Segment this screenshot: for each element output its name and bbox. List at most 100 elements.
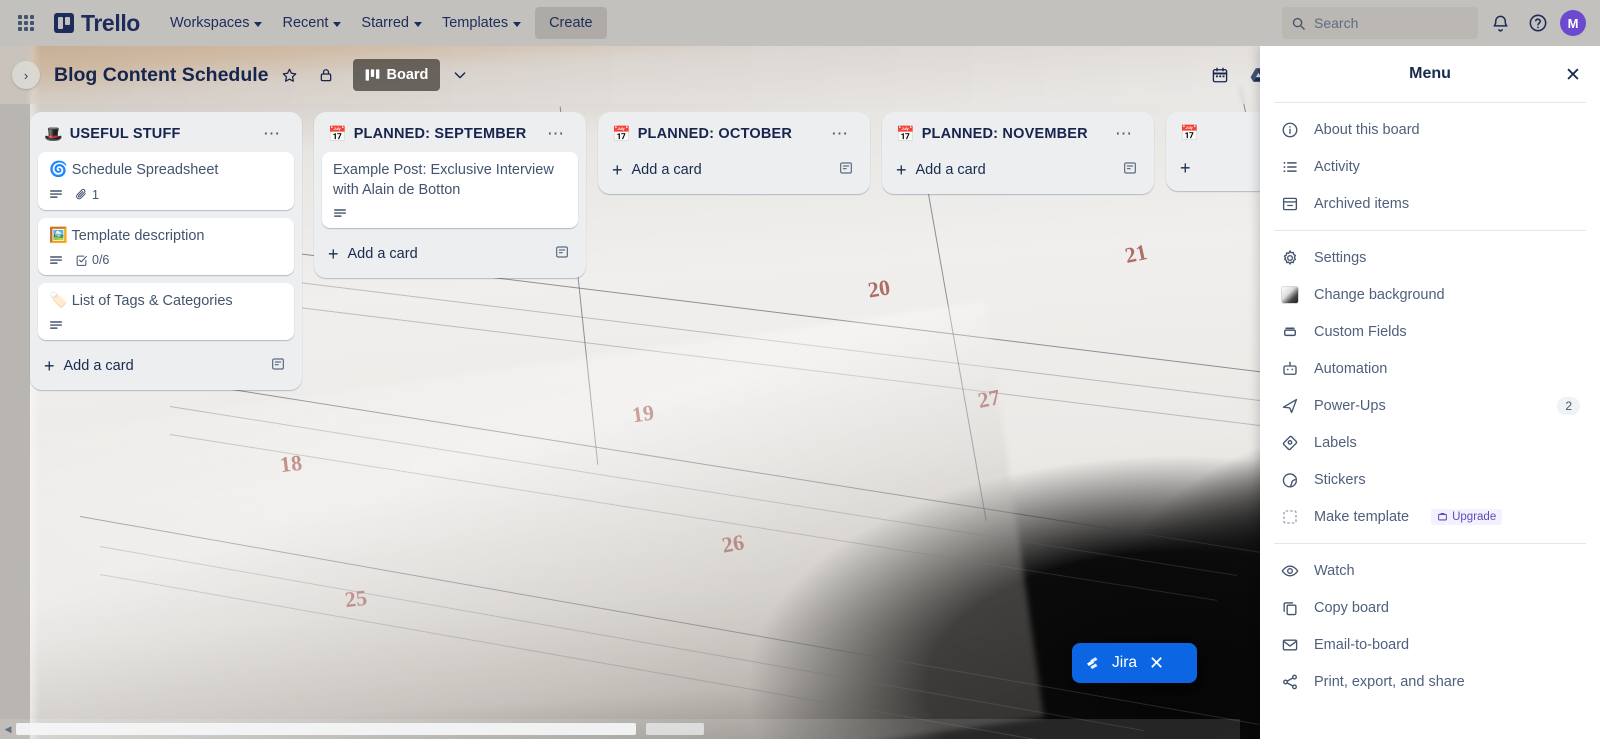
list-actions-icon[interactable]: ⋯ [826, 125, 854, 142]
description-icon [334, 209, 346, 217]
list-actions-icon[interactable]: ⋯ [258, 125, 286, 142]
calendar-icon: 📅 [896, 125, 915, 143]
search-icon [1292, 17, 1305, 30]
board-view-switcher-chevron[interactable] [444, 59, 476, 91]
nav-starred[interactable]: Starred [351, 7, 432, 39]
menu-item-make-template[interactable]: Make template Upgrade [1268, 498, 1592, 535]
menu-item-copy-board[interactable]: Copy board [1268, 589, 1592, 626]
menu-item-watch[interactable]: Watch [1268, 552, 1592, 589]
menu-group-board-info: About this board Activity Archived items [1260, 103, 1600, 230]
envelope-icon [1280, 635, 1300, 655]
chevron-down-icon [333, 21, 342, 27]
menu-item-activity[interactable]: Activity [1268, 148, 1592, 185]
attachment-badge: 1 [75, 188, 99, 202]
make-template-icon [1280, 507, 1300, 527]
trello-home-link[interactable]: Trello [48, 6, 146, 41]
card-template-icon[interactable] [838, 160, 854, 180]
board-title[interactable]: Blog Content Schedule [54, 64, 269, 87]
card-template-glyph [556, 246, 568, 258]
card-template-glyph [1124, 162, 1136, 174]
create-button[interactable]: Create [535, 7, 607, 39]
menu-item-custom-fields[interactable]: Custom Fields [1268, 313, 1592, 350]
eye-icon [1280, 561, 1300, 581]
top-navigation-bar: Trello Workspaces Recent Starred Templat… [0, 0, 1600, 46]
add-card-label: Add a card [347, 246, 418, 263]
list-title[interactable]: USEFUL STUFF [70, 126, 251, 142]
list-header[interactable]: 📅 PLANNED: SEPTEMBER ⋯ [322, 120, 578, 152]
close-icon[interactable]: ✕ [1560, 62, 1586, 88]
add-card-button[interactable]: + Add a card [38, 348, 294, 382]
add-card-button[interactable]: + Add a card [322, 236, 578, 270]
list-actions-icon[interactable]: ⋯ [1110, 125, 1138, 142]
list-actions-icon[interactable]: ⋯ [542, 125, 570, 142]
list-header[interactable]: 🎩 USEFUL STUFF ⋯ [38, 120, 294, 152]
attachment-count: 1 [92, 187, 99, 202]
chevron-down-icon [455, 72, 466, 79]
close-icon[interactable]: ✕ [1149, 653, 1164, 674]
checklist-badge: 0/6 [75, 253, 109, 267]
scrollbar-thumb[interactable] [16, 723, 636, 735]
board-visibility-button[interactable] [311, 60, 341, 90]
card-template-icon[interactable] [270, 356, 286, 376]
help-circle-icon [1529, 14, 1547, 32]
menu-item-labels[interactable]: Labels [1268, 424, 1592, 461]
chevron-down-icon [413, 21, 422, 27]
scrollbar-thumb-secondary[interactable] [646, 723, 704, 735]
menu-item-stickers[interactable]: Stickers [1268, 461, 1592, 498]
plus-icon: + [44, 355, 55, 376]
framed-picture-icon: 🖼️ [49, 226, 68, 244]
card-schedule-spreadsheet[interactable]: 🌀 Schedule Spreadsheet 1 [38, 152, 294, 210]
menu-item-archived-items[interactable]: Archived items [1268, 185, 1592, 222]
list-title[interactable]: PLANNED: SEPTEMBER [354, 126, 535, 142]
nav-recent[interactable]: Recent [272, 7, 351, 39]
nav-starred-label: Starred [361, 15, 409, 31]
plus-icon: + [612, 160, 623, 180]
menu-item-automation[interactable]: Automation 0 [1268, 350, 1592, 387]
label-tag-icon: 🏷️ [49, 292, 68, 310]
calendar-powerup-button[interactable] [1205, 60, 1235, 90]
card-example-post[interactable]: Example Post: Exclusive Interview with A… [322, 152, 578, 229]
card-template-icon[interactable] [1122, 160, 1138, 180]
help-button[interactable] [1522, 7, 1554, 39]
scrollbar-track[interactable] [16, 723, 1240, 735]
jira-popup-button[interactable]: Jira ✕ [1072, 643, 1197, 683]
board-horizontal-scrollbar[interactable]: ◀ [0, 719, 1240, 739]
menu-item-label: Watch [1314, 562, 1355, 579]
menu-item-power-ups[interactable]: Power-Ups 2 [1268, 387, 1592, 424]
list-header[interactable]: 📅 PLANNED: OCTOBER ⋯ [606, 120, 862, 152]
user-avatar[interactable]: M [1560, 10, 1586, 36]
sidebar-expand-button[interactable]: › [12, 61, 40, 89]
upgrade-badge[interactable]: Upgrade [1431, 508, 1503, 525]
card-badges [333, 207, 567, 220]
menu-item-print-export-share[interactable]: Print, export, and share [1268, 663, 1592, 700]
top-nav-right-group: M [1282, 7, 1590, 39]
list-title[interactable]: PLANNED: OCTOBER [638, 126, 819, 142]
star-board-button[interactable] [275, 60, 305, 90]
calendar-icon: 📅 [328, 125, 347, 143]
menu-item-change-background[interactable]: Change background [1268, 276, 1592, 313]
nav-workspaces[interactable]: Workspaces [160, 7, 273, 39]
menu-item-settings[interactable]: Settings [1268, 239, 1592, 276]
trello-logo-icon [54, 13, 74, 33]
search-input[interactable] [1314, 15, 1464, 31]
nav-templates[interactable]: Templates [432, 7, 531, 39]
menu-item-about-this-board[interactable]: About this board [1268, 111, 1592, 148]
apps-grid-icon[interactable] [10, 7, 42, 39]
add-card-button[interactable]: + Add a card [606, 152, 862, 186]
notifications-button[interactable] [1484, 7, 1516, 39]
search-box[interactable] [1282, 7, 1478, 39]
list-header[interactable]: 📅 PLANNED: NOVEMBER ⋯ [890, 120, 1146, 152]
jira-icon [1087, 657, 1098, 670]
card-template-description[interactable]: 🖼️ Template description 0/6 [38, 217, 294, 276]
calendar-icon: 📅 [1180, 125, 1199, 142]
add-card-button[interactable]: + Add a card [890, 152, 1146, 186]
list-title[interactable]: PLANNED: NOVEMBER [922, 126, 1103, 142]
scroll-left-arrow-icon[interactable]: ◀ [0, 724, 16, 735]
menu-item-label: Power-Ups [1314, 397, 1386, 414]
card-list-of-tags[interactable]: 🏷️ List of Tags & Categories [38, 283, 294, 340]
menu-item-email-to-board[interactable]: Email-to-board [1268, 626, 1592, 663]
card-template-icon[interactable] [554, 244, 570, 264]
card-badges: 1 [49, 188, 283, 202]
board-view-label: Board [386, 67, 429, 83]
board-view-button[interactable]: Board [352, 59, 441, 91]
